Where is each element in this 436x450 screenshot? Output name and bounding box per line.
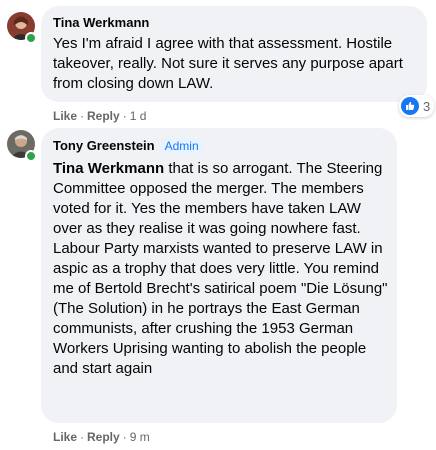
reaction-summary[interactable]: 3 (399, 95, 435, 117)
comment-text: Tina Werkmann that is so arrogant. The S… (53, 159, 389, 379)
comment-bubble: Tony Greenstein Admin Tina Werkmann that … (41, 128, 397, 423)
online-status-icon (25, 150, 37, 162)
timestamp[interactable]: 9 m (130, 430, 150, 444)
admin-badge: Admin (160, 138, 203, 154)
comment-author: Tony Greenstein Admin (53, 138, 203, 154)
online-status-icon (25, 32, 37, 44)
comment-bubble: Tina Werkmann Yes I'm afraid I agree wit… (41, 6, 427, 102)
like-icon (401, 97, 419, 115)
like-button[interactable]: Like (53, 430, 77, 444)
mention-link[interactable]: Tina Werkmann (53, 160, 164, 177)
like-button[interactable]: Like (53, 109, 77, 123)
comment-body: that is so arrogant. The Steering Commit… (53, 160, 388, 377)
timestamp[interactable]: 1 d (130, 109, 147, 123)
reaction-count: 3 (423, 98, 431, 114)
comment-actions: Like · Reply · 1 d (53, 109, 147, 123)
comment-text: Yes I'm afraid I agree with that assessm… (53, 35, 403, 92)
comment-actions: Like · Reply · 9 m (53, 430, 150, 444)
comment-author[interactable]: Tina Werkmann (53, 15, 149, 31)
reply-button[interactable]: Reply (87, 109, 120, 123)
author-name[interactable]: Tony Greenstein (53, 138, 155, 153)
reply-button[interactable]: Reply (87, 430, 120, 444)
